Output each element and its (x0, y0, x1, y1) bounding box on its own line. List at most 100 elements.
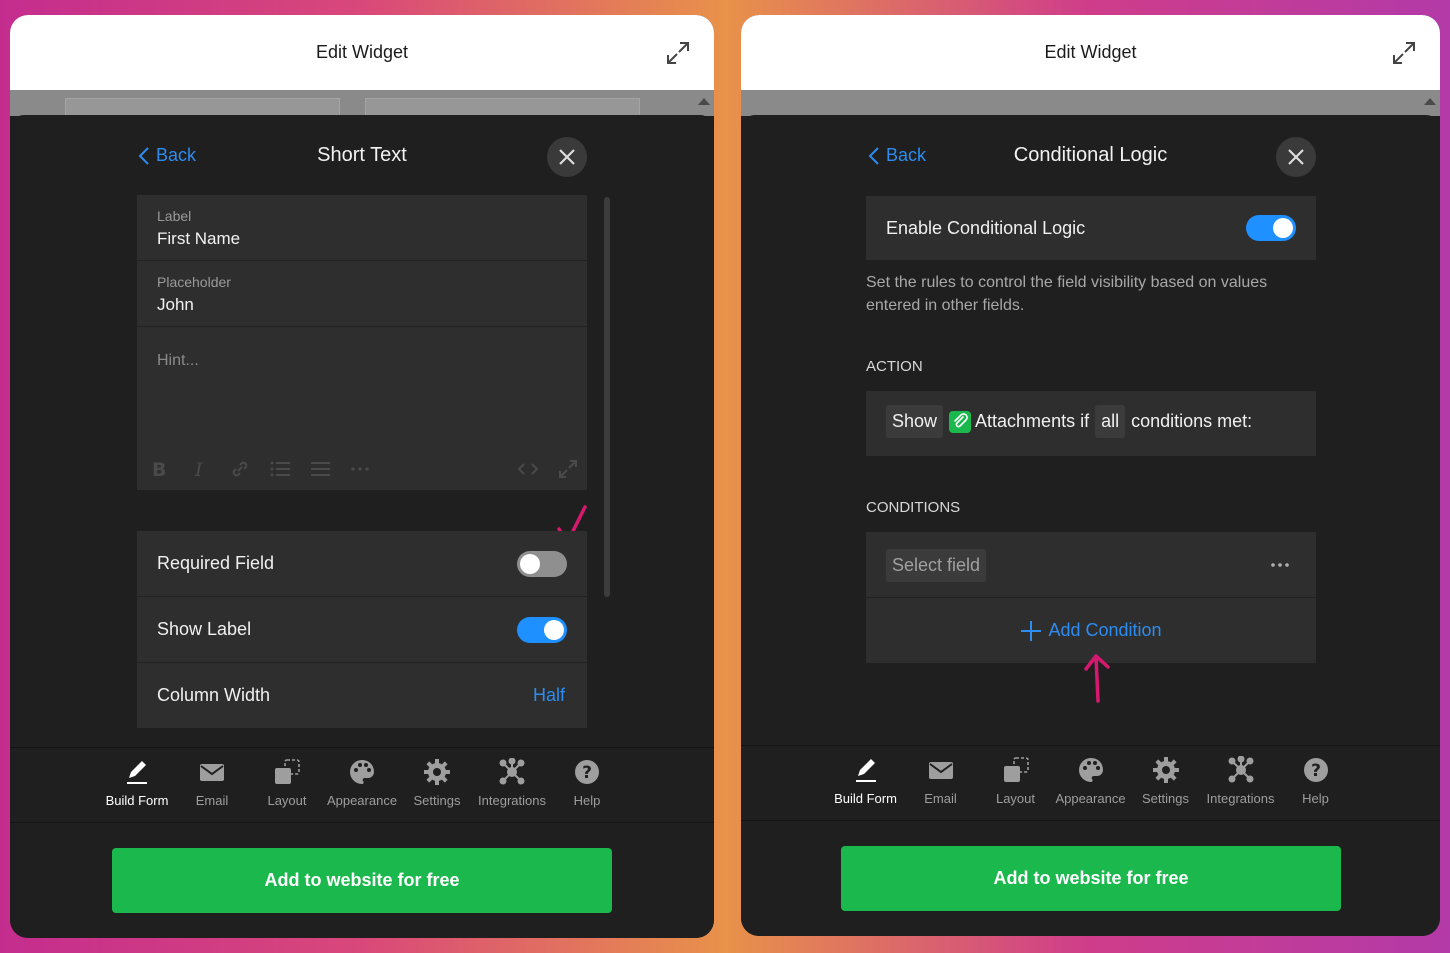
edit-widget-window-left: Edit Widget Back Short Text Label First … (10, 15, 714, 938)
close-icon (1288, 149, 1304, 165)
nav-settings[interactable]: Settings (400, 748, 475, 824)
annotation-arrow-icon (1084, 654, 1110, 703)
nav-help[interactable]: ? Help (550, 748, 625, 824)
conditional-logic-panel: Back Conditional Logic Enable Conditiona… (741, 115, 1440, 936)
palette-icon (350, 760, 374, 784)
nav-integrations[interactable]: Integrations (1203, 746, 1278, 822)
label-field-title: Label (157, 208, 192, 224)
nav-label: Appearance (1055, 791, 1126, 806)
enable-conditional-logic-toggle[interactable] (1246, 215, 1296, 241)
hint-editor[interactable]: Hint... B I (137, 327, 587, 490)
condition-row: Select field (866, 532, 1316, 598)
nav-label: Build Form (105, 793, 169, 808)
panel-title: Conditional Logic (1013, 144, 1168, 166)
svg-text:?: ? (1311, 761, 1321, 781)
nav-label: Help (573, 793, 601, 808)
nav-settings[interactable]: Settings (1128, 746, 1203, 822)
pencil-icon (127, 761, 147, 784)
scrollbar[interactable] (604, 197, 610, 597)
close-button[interactable] (1276, 137, 1316, 177)
gear-icon (424, 759, 450, 785)
window-titlebar: Edit Widget (10, 15, 714, 90)
placeholder-field[interactable]: Placeholder John (137, 261, 587, 327)
close-icon (559, 149, 575, 165)
code-icon[interactable] (517, 458, 539, 480)
select-field-dropdown[interactable]: Select field (886, 549, 987, 582)
panel-header: Back Conditional Logic (741, 137, 1440, 177)
window-title: Edit Widget (1044, 42, 1137, 62)
hint-placeholder: Hint... (157, 352, 199, 369)
more-options-icon[interactable] (1270, 562, 1290, 568)
action-field-select[interactable]: Attachments if (949, 410, 1089, 433)
column-width-label: Column Width (157, 685, 271, 705)
required-field-label: Required Field (157, 553, 275, 573)
bold-icon[interactable]: B (149, 458, 171, 480)
nav-label: Integrations (1206, 791, 1275, 806)
numbered-list-icon[interactable] (309, 458, 331, 480)
plus-icon (1021, 620, 1042, 641)
svg-text:I: I (194, 459, 203, 480)
nav-integrations[interactable]: Integrations (475, 748, 550, 824)
scroll-up-arrow-icon[interactable] (698, 98, 710, 105)
help-icon: ? (1303, 758, 1328, 782)
palette-icon (1078, 758, 1103, 782)
expand-icon[interactable] (1390, 39, 1418, 67)
show-label-toggle[interactable] (517, 617, 567, 643)
enable-conditional-logic-label: Enable Conditional Logic (886, 218, 1086, 238)
field-editor-panel: Back Short Text Label First Name Placeho… (10, 115, 714, 938)
link-icon[interactable] (229, 458, 251, 480)
envelope-icon (928, 762, 953, 779)
toggle-knob (520, 554, 540, 574)
nav-appearance[interactable]: Appearance (1053, 746, 1128, 822)
nav-email[interactable]: Email (175, 748, 250, 824)
field-options-card: Required Field Show Label Column Width H… (137, 531, 587, 728)
bottom-navigation: Build Form Email Layout Appearance Setti… (741, 745, 1440, 821)
label-field[interactable]: Label First Name (137, 195, 587, 261)
more-icon[interactable] (349, 458, 371, 480)
fullscreen-icon[interactable] (557, 458, 579, 480)
placeholder-field-value: John (157, 295, 194, 314)
action-heading: ACTION (866, 358, 923, 375)
panel-title: Short Text (317, 144, 407, 166)
nav-layout[interactable]: Layout (978, 746, 1053, 822)
nav-items: Build Form Email Layout Appearance Setti… (10, 748, 714, 824)
conditions-heading: CONDITIONS (866, 499, 961, 516)
add-to-website-button[interactable]: Add to website for free (112, 848, 612, 913)
expand-icon[interactable] (664, 39, 692, 67)
add-to-website-button[interactable]: Add to website for free (841, 846, 1341, 911)
nav-label: Settings (413, 793, 461, 808)
nav-label: Appearance (326, 793, 398, 808)
window-titlebar: Edit Widget (741, 15, 1440, 90)
nav-build-form[interactable]: Build Form (100, 748, 175, 824)
nav-help[interactable]: ? Help (1278, 746, 1353, 822)
column-width-value[interactable]: Half (533, 685, 565, 706)
envelope-icon (200, 764, 224, 781)
edit-widget-window-right: Edit Widget Back Conditional Logic Enabl… (741, 15, 1440, 936)
scroll-up-arrow-icon[interactable] (1424, 98, 1436, 105)
help-icon: ? (575, 760, 599, 784)
action-quantifier-select[interactable]: all (1095, 405, 1126, 438)
bulleted-list-icon[interactable] (269, 458, 291, 480)
paperclip-icon (949, 410, 972, 433)
nav-label: Email (195, 793, 229, 808)
conditions-card: Select field Add Condition (866, 532, 1316, 663)
nav-label: Layout (995, 791, 1036, 806)
nav-email[interactable]: Email (903, 746, 978, 822)
column-width-row[interactable]: Column Width Half (137, 663, 587, 728)
integrations-icon (1228, 756, 1253, 783)
nav-label: Layout (267, 793, 307, 808)
nav-layout[interactable]: Layout (250, 748, 325, 824)
show-label-label: Show Label (157, 619, 252, 639)
required-field-row: Required Field (137, 531, 587, 597)
italic-icon[interactable]: I (189, 458, 211, 480)
nav-appearance[interactable]: Appearance (325, 748, 400, 824)
action-verb-select[interactable]: Show (886, 405, 944, 438)
required-field-toggle[interactable] (517, 551, 567, 577)
background-strip (741, 90, 1440, 116)
toggle-knob (544, 620, 564, 640)
background-tab (65, 98, 340, 116)
close-button[interactable] (547, 137, 587, 177)
nav-build-form[interactable]: Build Form (828, 746, 903, 822)
svg-text:B: B (152, 459, 166, 480)
window-title: Edit Widget (315, 42, 409, 62)
